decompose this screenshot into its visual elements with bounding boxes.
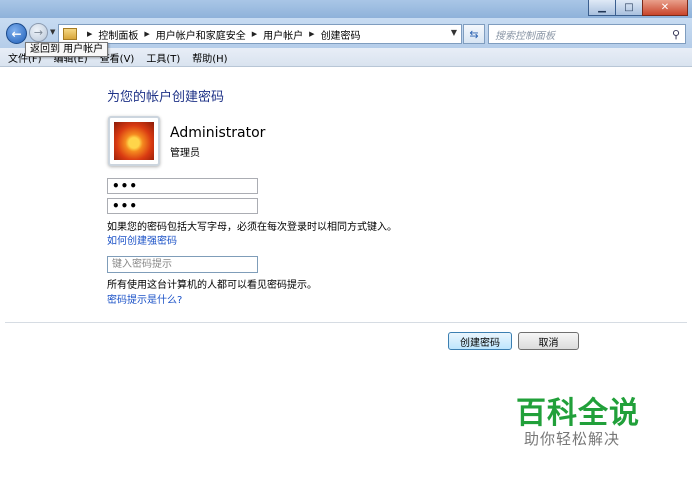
menu-tools[interactable]: 工具(T) — [146, 50, 180, 65]
breadcrumb-user-accounts-family[interactable]: 用户帐户和家庭安全 — [156, 27, 246, 42]
control-panel-icon — [63, 28, 77, 40]
flower-picture — [114, 122, 154, 160]
back-tooltip: 返回到 用户帐户 — [25, 42, 109, 57]
account-role: 管理员 — [170, 148, 200, 159]
minimize-button[interactable]: ▁ — [588, 0, 616, 16]
search-input[interactable]: 搜索控制面板 ⚲ — [488, 24, 686, 44]
chevron-right-icon[interactable]: ▶ — [87, 30, 92, 38]
chevron-right-icon[interactable]: ▶ — [252, 30, 257, 38]
maximize-icon: □ — [624, 2, 634, 13]
back-arrow-icon: ← — [11, 26, 22, 41]
create-password-button[interactable]: 创建密码 — [448, 332, 512, 350]
caps-note: 如果您的密码包括大写字母，必须在每次登录时以相同方式键入。 — [107, 222, 397, 233]
breadcrumb-control-panel[interactable]: 控制面板 — [98, 27, 138, 42]
new-password-field[interactable]: ••• — [107, 178, 258, 194]
minimize-icon: ▁ — [598, 2, 606, 13]
breadcrumb-create-password[interactable]: 创建密码 — [321, 27, 361, 42]
account-name: Administrator — [170, 125, 266, 141]
password-hint-link[interactable]: 密码提示是什么? — [107, 291, 182, 306]
avatar — [108, 116, 160, 166]
hint-note: 所有使用这台计算机的人都可以看见密码提示。 — [107, 280, 317, 291]
maximize-button[interactable]: □ — [615, 0, 643, 16]
search-placeholder: 搜索控制面板 — [495, 30, 555, 42]
refresh-button[interactable]: ⇆ — [463, 24, 485, 44]
recent-pages-dropdown[interactable]: ▼ — [50, 28, 55, 36]
strong-password-link[interactable]: 如何创建强密码 — [107, 232, 177, 247]
page-title: 为您的帐户创建密码 — [107, 90, 225, 105]
menu-help[interactable]: 帮助(H) — [192, 50, 227, 65]
password-hint-field[interactable]: 键入密码提示 — [107, 256, 258, 273]
watermark-subtitle: 助你轻松解决 — [524, 430, 621, 448]
cancel-button[interactable]: 取消 — [518, 332, 579, 350]
refresh-icon: ⇆ — [469, 27, 479, 41]
watermark-title: 百科全说 — [516, 396, 640, 431]
chevron-right-icon[interactable]: ▶ — [309, 30, 314, 38]
chevron-right-icon[interactable]: ▶ — [144, 30, 149, 38]
window-titlebar: ▁ □ ✕ — [0, 0, 692, 18]
divider — [5, 322, 687, 323]
confirm-password-field[interactable]: ••• — [107, 198, 258, 214]
address-dropdown-icon[interactable]: ▼ — [451, 28, 457, 37]
address-bar[interactable]: ▶ 控制面板 ▶ 用户帐户和家庭安全 ▶ 用户帐户 ▶ 创建密码 ▼ — [58, 24, 462, 44]
window-controls: ▁ □ ✕ — [588, 0, 688, 16]
back-button[interactable]: ← — [6, 23, 27, 44]
close-button[interactable]: ✕ — [642, 0, 688, 16]
search-icon[interactable]: ⚲ — [672, 28, 680, 41]
forward-button[interactable]: → — [29, 23, 48, 42]
forward-arrow-icon: → — [33, 26, 44, 39]
breadcrumb-user-accounts[interactable]: 用户帐户 — [263, 27, 303, 42]
close-icon: ✕ — [660, 2, 670, 13]
